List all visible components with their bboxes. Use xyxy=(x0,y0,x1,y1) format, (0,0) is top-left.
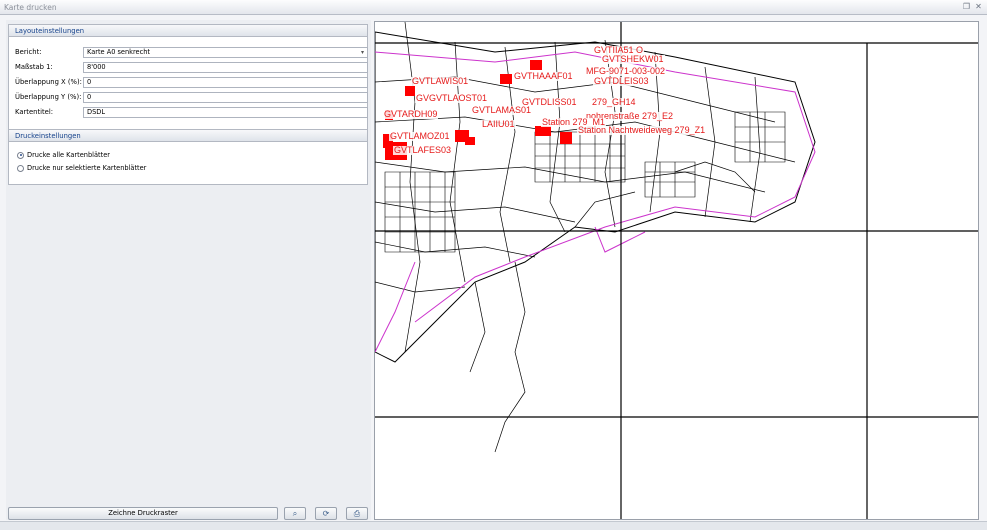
map-label: GVTHAAAF01 xyxy=(513,71,574,81)
map-label: GVTDLEIS03 xyxy=(593,76,650,86)
map-label: GVTLAMOZ01 xyxy=(389,131,451,141)
printer-icon: ⎙ xyxy=(353,509,361,518)
map-label: LAIIU01 xyxy=(481,119,516,129)
street-network xyxy=(375,22,816,453)
massstab-label: Maßstab 1: xyxy=(15,63,53,71)
ueberlappung-y-input[interactable]: 0 xyxy=(83,92,368,103)
massstab-row: Maßstab 1: 8'000 xyxy=(15,62,368,73)
title-bar: Karte drucken ❐ ✕ xyxy=(0,0,987,15)
map-label: GVTLAMAS01 xyxy=(471,105,533,115)
print-selected-label: Drucke nur selektierte Kartenblätter xyxy=(27,164,147,172)
bericht-row: Bericht: Karte A0 senkrecht xyxy=(15,47,368,58)
map-label: GVTLAWIS01 xyxy=(411,76,470,86)
zoom-button[interactable]: ⌕ xyxy=(284,507,306,520)
draw-print-grid-button[interactable]: Zeichne Druckraster xyxy=(8,507,278,520)
map-label: GVTSHEKW01 xyxy=(601,54,665,64)
print-all-label: Drucke alle Kartenblätter xyxy=(27,151,110,159)
restore-icon[interactable]: ❐ xyxy=(962,2,971,11)
status-bar xyxy=(0,521,987,530)
window-title: Karte drucken xyxy=(4,3,57,12)
radio-selected-icon[interactable] xyxy=(17,151,24,159)
globe-refresh-icon: ⟳ xyxy=(322,509,330,518)
kartentitel-label: Kartentitel: xyxy=(15,108,54,116)
ueberlappung-x-row: Überlappung X (%): 0 xyxy=(15,77,368,88)
layout-settings-header: Layouteinstellungen xyxy=(9,25,367,37)
map-label: GVGVTLAOST01 xyxy=(415,93,489,103)
ueberlappung-y-label: Überlappung Y (%): xyxy=(15,93,82,101)
ueberlappung-x-input[interactable]: 0 xyxy=(83,77,368,88)
print-all-option[interactable]: Drucke alle Kartenblätter xyxy=(17,150,110,160)
map-label: MFG-9071-003-002 xyxy=(585,66,667,76)
print-settings-header: Druckeinstellungen xyxy=(9,130,367,142)
map-view[interactable]: GVTIIA51 O GVTSHEKW01 MFG-9071-003-002 G… xyxy=(374,21,979,520)
massstab-input[interactable]: 8'000 xyxy=(83,62,368,73)
bericht-label: Bericht: xyxy=(15,48,42,56)
radio-unselected-icon[interactable] xyxy=(17,164,24,172)
refresh-button[interactable]: ⟳ xyxy=(315,507,337,520)
ueberlappung-x-label: Überlappung X (%): xyxy=(15,78,82,86)
action-toolbar: Zeichne Druckraster ⌕ ⟳ ⎙ xyxy=(6,507,372,520)
bericht-select[interactable]: Karte A0 senkrecht xyxy=(83,47,368,58)
print-settings-group: Druckeinstellungen Drucke alle Kartenblä… xyxy=(8,129,368,185)
settings-panel: Layouteinstellungen Bericht: Karte A0 se… xyxy=(6,20,371,520)
map-label: 279_GH14 xyxy=(591,97,637,107)
magnifier-icon: ⌕ xyxy=(292,509,298,518)
print-selected-option[interactable]: Drucke nur selektierte Kartenblätter xyxy=(17,163,146,173)
print-button[interactable]: ⎙ xyxy=(346,507,368,520)
close-icon[interactable]: ✕ xyxy=(974,2,983,11)
kartentitel-row: Kartentitel: DSDL xyxy=(15,107,368,118)
map-label: GVTLAFES03 xyxy=(393,145,453,155)
kartentitel-input[interactable]: DSDL xyxy=(83,107,368,118)
ueberlappung-y-row: Überlappung Y (%): 0 xyxy=(15,92,368,103)
layout-settings-group: Layouteinstellungen Bericht: Karte A0 se… xyxy=(8,24,368,138)
map-label: Station Nachtweideweg 279_Z1 xyxy=(577,125,707,135)
map-label: GVTARDH09 xyxy=(383,109,439,119)
